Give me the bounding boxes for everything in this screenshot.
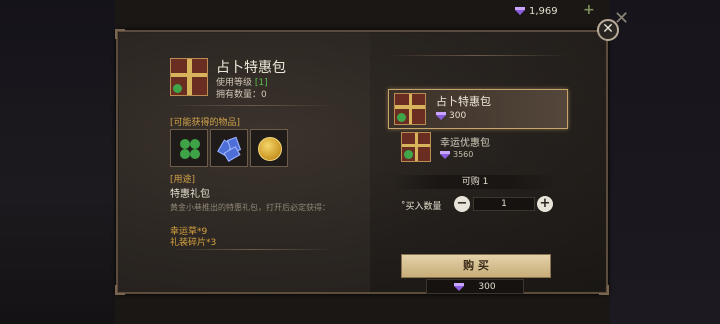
quantity-stepper: − 1 + — [453, 195, 553, 214]
gift-box-icon — [170, 58, 208, 96]
reward-line: 礼装碎片*3 — [170, 238, 217, 248]
divider — [170, 249, 335, 250]
background-right — [610, 0, 720, 324]
item-title: 占卜特惠包 — [216, 60, 286, 76]
divider — [170, 105, 335, 106]
shop-card-title: 幸运优惠包 — [440, 138, 490, 149]
currency-amount: 1,969 — [529, 5, 558, 17]
gem-icon — [440, 150, 450, 159]
gift-box-icon — [401, 132, 431, 162]
corner-ornament — [115, 29, 125, 39]
shard-item-slot[interactable] — [210, 129, 248, 167]
add-currency-icon[interactable]: + — [583, 2, 595, 18]
shop-card-price: 300 — [436, 111, 466, 121]
four-leaf-clover-icon — [180, 139, 200, 159]
gem-icon — [515, 7, 525, 15]
usage-label: [用途] — [170, 175, 196, 185]
gold-coin-icon — [258, 137, 282, 161]
usage-description: 黄金小巷推出的特惠礼包，打开后必定获得： — [170, 203, 330, 212]
buy-price: 300 — [426, 279, 524, 294]
gem-icon — [436, 112, 446, 120]
quantity-label: ˚买入数量 — [401, 202, 442, 212]
increase-quantity-button[interactable]: + — [537, 196, 553, 212]
can-buy-count: 可购 1 — [390, 175, 560, 189]
divider — [388, 55, 568, 56]
shop-card-price: 3560 — [440, 150, 473, 159]
shop-card-title: 占卜特惠包 — [436, 95, 491, 108]
clover-item-slot[interactable] — [170, 129, 208, 167]
shop-card-selected[interactable]: 占卜特惠包 300 — [388, 89, 568, 129]
buy-button[interactable]: 购 买 — [401, 254, 551, 278]
background-left — [0, 0, 115, 324]
owned-count: 拥有数量：0 — [216, 90, 267, 100]
jewel-shards-icon — [217, 136, 243, 162]
obtainable-items — [170, 129, 288, 167]
coin-item-slot[interactable] — [250, 129, 288, 167]
usage-type: 特惠礼包 — [170, 189, 210, 200]
decrease-quantity-button[interactable]: − — [454, 196, 470, 212]
quantity-field[interactable]: 1 — [473, 197, 535, 211]
gift-box-icon — [394, 93, 426, 125]
obtainable-label: [可能获得的物品] — [170, 118, 241, 128]
corner-ornament — [115, 285, 125, 295]
shop-card[interactable]: 幸运优惠包 3560 — [398, 131, 558, 163]
gem-icon — [454, 282, 465, 291]
currency-display: 1,969 — [515, 4, 558, 18]
